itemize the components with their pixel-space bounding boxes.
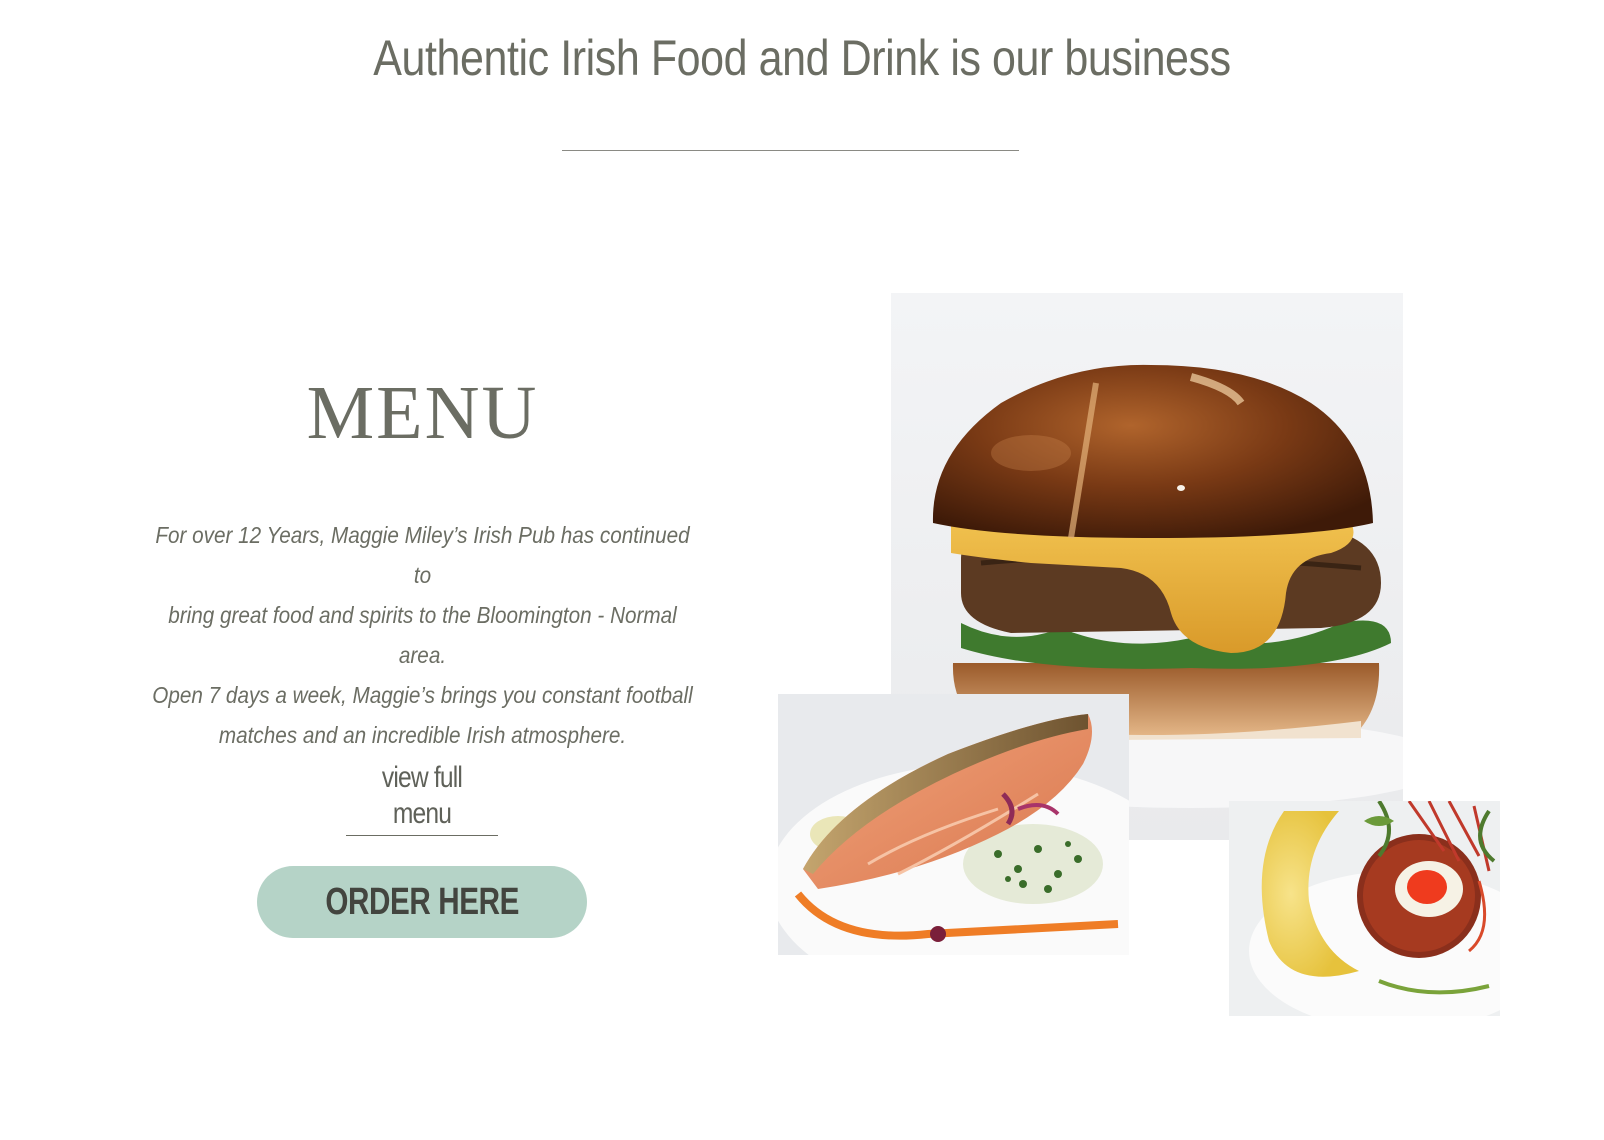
page-tagline: Authentic Irish Food and Drink is our bu… [373, 30, 1231, 86]
view-full-menu-link[interactable]: view full menu [346, 760, 498, 836]
intro-line: For over 12 Years, Maggie Miley’s Irish … [155, 522, 690, 588]
section-divider [562, 150, 1019, 151]
order-here-label: ORDER HERE [325, 880, 519, 923]
intro-line: Open 7 days a week, Maggie’s brings you … [152, 682, 693, 708]
order-here-button[interactable]: ORDER HERE [257, 866, 587, 938]
intro-line: matches and an incredible Irish atmosphe… [218, 722, 627, 748]
menu-intro-text: For over 12 Years, Maggie Miley’s Irish … [150, 515, 695, 755]
menu-heading: MENU [306, 371, 539, 455]
scotch-egg-photo [1229, 801, 1500, 1016]
scotch-egg-illustration [1229, 801, 1500, 1016]
intro-line: bring great food and spirits to the Bloo… [168, 602, 677, 668]
salmon-photo [778, 694, 1129, 955]
salmon-illustration [778, 694, 1129, 955]
view-full-menu-label: view full menu [381, 761, 463, 830]
